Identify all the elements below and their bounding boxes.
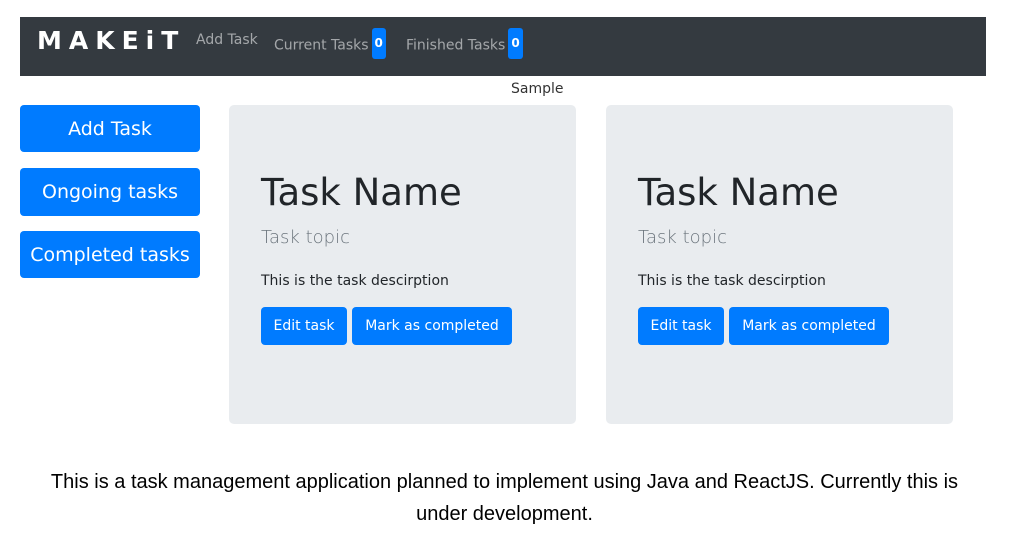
- task-card: Task Name Task topic This is the task de…: [606, 105, 953, 424]
- mark-completed-button[interactable]: Mark as completed: [729, 307, 889, 345]
- edit-task-button[interactable]: Edit task: [638, 307, 724, 345]
- task-description: This is the task descirption: [261, 273, 449, 289]
- nav-link-current-tasks[interactable]: Current Tasks 0: [274, 28, 386, 61]
- sample-label: Sample: [511, 81, 564, 97]
- task-name: Task Name: [261, 171, 462, 214]
- description-line-1: This is a task management application pl…: [50, 471, 959, 493]
- task-topic: Task topic: [261, 227, 350, 248]
- task-card: Task Name Task topic This is the task de…: [229, 105, 576, 424]
- finished-tasks-count-badge: 0: [508, 28, 523, 59]
- edit-task-button[interactable]: Edit task: [261, 307, 347, 345]
- description-line-2: under development.: [416, 503, 593, 525]
- nav-link-finished-tasks[interactable]: Finished Tasks 0: [406, 28, 523, 61]
- ongoing-tasks-button[interactable]: Ongoing tasks: [20, 168, 200, 216]
- task-name: Task Name: [638, 171, 839, 214]
- task-description: This is the task descirption: [638, 273, 826, 289]
- mark-completed-button[interactable]: Mark as completed: [352, 307, 512, 345]
- navbar: MAKEiT Add Task Current Tasks 0 Finished …: [20, 17, 986, 76]
- brand-logo[interactable]: MAKEiT: [37, 26, 185, 56]
- nav-link-finished-tasks-label[interactable]: Finished Tasks: [406, 38, 505, 54]
- add-task-button[interactable]: Add Task: [20, 105, 200, 152]
- completed-tasks-button[interactable]: Completed tasks: [20, 231, 200, 278]
- nav-link-add-task[interactable]: Add Task: [196, 30, 258, 50]
- current-tasks-count-badge: 0: [371, 28, 386, 59]
- task-topic: Task topic: [638, 227, 727, 248]
- description-text: This is a task management application pl…: [0, 466, 1009, 530]
- nav-link-current-tasks-label[interactable]: Current Tasks: [274, 38, 369, 54]
